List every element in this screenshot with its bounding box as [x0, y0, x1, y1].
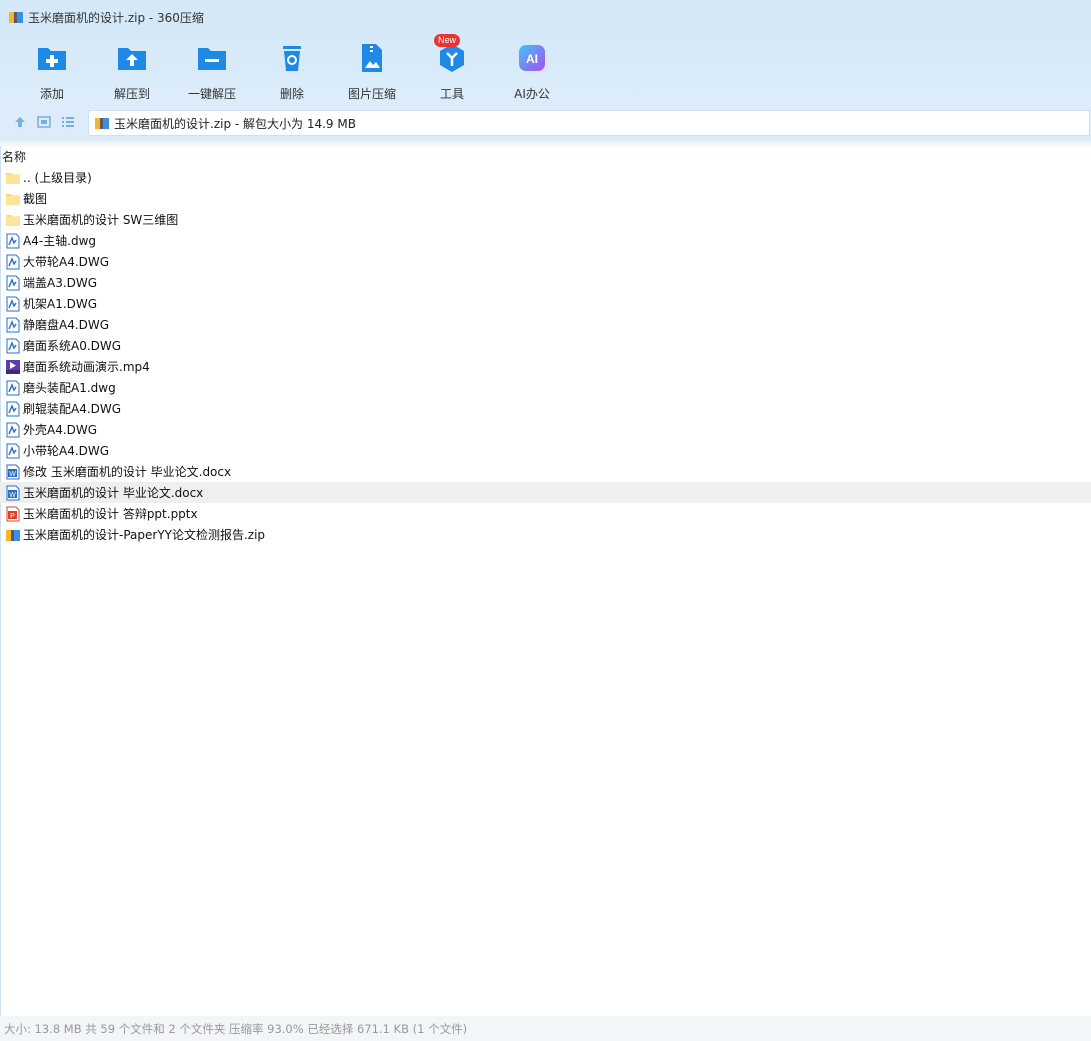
one-click-extract-icon — [198, 48, 226, 70]
zip-archive-icon — [5, 527, 21, 543]
status-text: 大小: 13.8 MB 共 59 个文件和 2 个文件夹 压缩率 93.0% 已… — [4, 1021, 468, 1036]
ai-office-label: AI办公 — [514, 87, 550, 101]
file-name: A4-主轴.dwg — [23, 234, 97, 248]
dwg-file-icon — [5, 422, 21, 438]
file-name: 端盖A3.DWG — [23, 276, 98, 290]
word-file-icon: W — [5, 485, 21, 501]
file-name: 刷辊装配A4.DWG — [23, 402, 122, 416]
word-file-icon: W — [5, 464, 21, 480]
image-compress-button[interactable]: 图片压缩 — [332, 40, 412, 101]
dwg-file-icon — [5, 401, 21, 417]
column-header-name[interactable]: 名称 — [0, 146, 1091, 164]
file-name: 外壳A4.DWG — [23, 423, 98, 437]
file-row[interactable]: W 玉米磨面机的设计 毕业论文.docx — [0, 482, 1091, 503]
toolbar: 添加 解压到 一键解压 删除 图片压缩 New 工具 AI AI办公 — [0, 34, 1091, 106]
delete-button[interactable]: 删除 — [252, 40, 332, 101]
video-file-icon — [5, 359, 21, 375]
file-name: 玉米磨面机的设计 答辩ppt.pptx — [23, 507, 198, 521]
dwg-file-icon — [5, 296, 21, 312]
file-name: 磨面系统A0.DWG — [23, 339, 122, 353]
dwg-file-icon — [5, 233, 21, 249]
list-view-icon — [62, 117, 74, 127]
delete-icon — [283, 46, 301, 71]
thumbnail-view-button[interactable] — [33, 111, 55, 133]
file-row[interactable]: 截图 — [0, 188, 1091, 209]
svg-text:P: P — [10, 513, 15, 520]
tools-label: 工具 — [439, 87, 464, 101]
address-path: 玉米磨面机的设计.zip - 解包大小为 14.9 MB — [114, 116, 356, 131]
file-row[interactable]: 机架A1.DWG — [0, 293, 1091, 314]
file-name: 大带轮A4.DWG — [23, 255, 110, 269]
folder-icon — [5, 212, 21, 228]
folder-icon — [5, 191, 21, 207]
file-row[interactable]: A4-主轴.dwg — [0, 230, 1091, 251]
file-row[interactable]: 磨面系统A0.DWG — [0, 335, 1091, 356]
one-click-extract-button[interactable]: 一键解压 — [172, 40, 252, 101]
dwg-file-icon — [5, 380, 21, 396]
delete-label: 删除 — [279, 87, 304, 101]
file-row[interactable]: 刷辊装配A4.DWG — [0, 398, 1091, 419]
extract-to-label: 解压到 — [113, 87, 150, 101]
file-row[interactable]: 端盖A3.DWG — [0, 272, 1091, 293]
file-row[interactable]: W 修改 玉米磨面机的设计 毕业论文.docx — [0, 461, 1091, 482]
file-row[interactable]: 大带轮A4.DWG — [0, 251, 1091, 272]
file-row[interactable]: 磨头装配A1.dwg — [0, 377, 1091, 398]
file-name: 修改 玉米磨面机的设计 毕业论文.docx — [23, 465, 232, 479]
file-name: 静磨盘A4.DWG — [23, 318, 110, 332]
thumbnail-view-icon — [37, 116, 51, 128]
svg-text:W: W — [9, 492, 16, 499]
up-button[interactable] — [9, 111, 31, 133]
extract-to-button[interactable]: 解压到 — [92, 40, 172, 101]
powerpoint-file-icon: P — [5, 506, 21, 522]
title-bar: 玉米磨面机的设计.zip - 360压缩 — [0, 0, 1091, 34]
dwg-file-icon — [5, 317, 21, 333]
file-row[interactable]: .. (上级目录) — [0, 167, 1091, 188]
file-name: 玉米磨面机的设计-PaperYY论文检测报告.zip — [23, 528, 266, 542]
window-title: 玉米磨面机的设计.zip - 360压缩 — [28, 10, 204, 25]
zip-archive-icon — [9, 12, 23, 23]
zip-archive-icon — [95, 118, 109, 129]
list-view-button[interactable] — [57, 111, 79, 133]
ai-office-button[interactable]: AI AI办公 — [492, 40, 572, 101]
column-header-label: 名称 — [2, 150, 27, 164]
add-folder-icon — [38, 48, 66, 70]
file-name: .. (上级目录) — [23, 171, 92, 185]
file-row[interactable]: 玉米磨面机的设计 SW三维图 — [0, 209, 1091, 230]
dwg-file-icon — [5, 254, 21, 270]
add-button[interactable]: 添加 — [12, 40, 92, 101]
file-row[interactable]: 外壳A4.DWG — [0, 419, 1091, 440]
image-compress-icon — [362, 44, 382, 72]
status-bar: 大小: 13.8 MB 共 59 个文件和 2 个文件夹 压缩率 93.0% 已… — [0, 1016, 1091, 1041]
file-name: 小带轮A4.DWG — [23, 444, 110, 458]
address-bar[interactable]: 玉米磨面机的设计.zip - 解包大小为 14.9 MB — [88, 110, 1090, 136]
tools-button[interactable]: New 工具 — [412, 34, 492, 101]
file-name: 机架A1.DWG — [23, 297, 98, 311]
svg-text:AI: AI — [526, 52, 538, 66]
ai-office-icon: AI — [519, 45, 545, 71]
dwg-file-icon — [5, 338, 21, 354]
one-click-extract-label: 一键解压 — [187, 87, 236, 101]
folder-icon — [5, 170, 21, 186]
file-name: 磨面系统动画演示.mp4 — [23, 360, 150, 374]
add-label: 添加 — [39, 87, 64, 101]
file-row[interactable]: 静磨盘A4.DWG — [0, 314, 1091, 335]
extract-to-icon — [118, 48, 146, 70]
new-badge: New — [434, 34, 461, 47]
file-name: 磨头装配A1.dwg — [23, 381, 116, 395]
file-row[interactable]: 小带轮A4.DWG — [0, 440, 1091, 461]
file-name: 截图 — [23, 192, 48, 206]
file-name: 玉米磨面机的设计 SW三维图 — [23, 213, 179, 227]
file-name: 玉米磨面机的设计 毕业论文.docx — [23, 486, 204, 500]
image-compress-label: 图片压缩 — [347, 87, 396, 101]
file-row[interactable]: 磨面系统动画演示.mp4 — [0, 356, 1091, 377]
address-row: 玉米磨面机的设计.zip - 解包大小为 14.9 MB — [0, 106, 1091, 138]
svg-text:W: W — [9, 471, 16, 478]
file-row[interactable]: 玉米磨面机的设计-PaperYY论文检测报告.zip — [0, 524, 1091, 545]
up-arrow-icon — [15, 117, 25, 127]
dwg-file-icon — [5, 275, 21, 291]
dwg-file-icon — [5, 443, 21, 459]
file-row[interactable]: P 玉米磨面机的设计 答辩ppt.pptx — [0, 503, 1091, 524]
file-list: .. (上级目录) 截图玉米磨面机的设计 SW三维图 A4-主轴.dwg 大带轮A4.… — [0, 167, 1091, 545]
